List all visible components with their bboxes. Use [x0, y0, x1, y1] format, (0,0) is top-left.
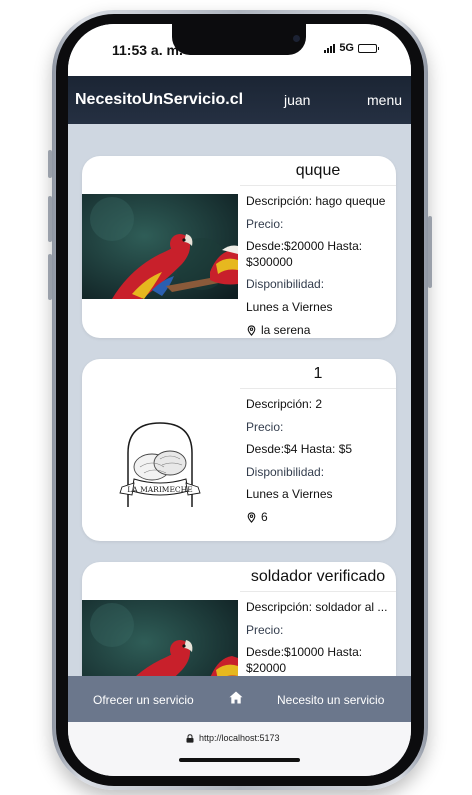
status-icons: 5G [324, 42, 379, 54]
service-description: Descripción: hago queque [246, 194, 386, 208]
service-price: Desde:$10000 Hasta: $20000 [246, 645, 363, 675]
service-title: 1 [240, 359, 396, 389]
service-availability: Lunes a Viernes [246, 487, 333, 502]
service-price: Desde:$4 Hasta: $5 [246, 442, 353, 457]
app-header: NecesitoUnServicio.cl juan menu [68, 76, 411, 124]
price-label: Precio: [246, 622, 284, 637]
status-time: 11:53 a. m. [112, 42, 183, 58]
home-icon[interactable] [229, 691, 243, 704]
service-card[interactable]: 1 LA MARIMECHE Descripción: 2 Precio: De… [82, 359, 396, 541]
availability-label: Disponibilidad: [246, 464, 325, 479]
service-details: Descripción: soldador al ... Precio: Des… [246, 600, 390, 676]
service-image: LA MARIMECHE [82, 395, 238, 527]
service-availability: Lunes a Viernes [246, 299, 333, 314]
bottom-nav: Ofrecer un servicio Necesito un servicio [68, 676, 411, 722]
battery-icon [358, 43, 379, 53]
location-pin-icon [247, 512, 256, 524]
availability-label: Disponibilidad: [246, 277, 325, 292]
user-link[interactable]: juan [284, 92, 310, 108]
service-location: 6 [246, 510, 390, 526]
status-bar: 11:53 a. m. 5G [68, 24, 411, 76]
parrot-photo [82, 194, 238, 299]
volume-up-button [48, 196, 52, 242]
service-description: Descripción: soldador al ... [246, 600, 388, 614]
service-card[interactable]: quque Descripción: hago queque Precio: D… [82, 156, 396, 338]
signal-icon [324, 43, 336, 53]
camera-icon [293, 35, 300, 42]
power-button [428, 216, 432, 288]
service-price: Desde:$20000 Hasta: $300000 [246, 239, 363, 269]
service-details: Descripción: 2 Precio: Desde:$4 Hasta: $… [246, 397, 390, 533]
home-indicator [179, 758, 300, 762]
phone-screen: 11:53 a. m. 5G NecesitoUnServicio.cl jua… [68, 24, 411, 776]
service-list: quque Descripción: hago queque Precio: D… [68, 124, 411, 676]
url-display[interactable]: http://localhost:5173 [186, 733, 280, 743]
service-image [82, 600, 238, 676]
service-location: la serena [246, 323, 390, 338]
logo-text: LA MARIMECHE [127, 485, 192, 494]
service-description: Descripción: 2 [246, 397, 323, 411]
browser-url-bar: http://localhost:5173 [68, 722, 411, 776]
need-service-link[interactable]: Necesito un servicio [277, 693, 384, 707]
mute-switch [48, 150, 52, 178]
menu-button[interactable]: menu [367, 92, 402, 108]
location-pin-icon [247, 325, 256, 336]
price-label: Precio: [246, 419, 284, 434]
network-type: 5G [339, 42, 354, 54]
url-text: http://localhost:5173 [199, 733, 280, 743]
service-details: Descripción: hago queque Precio: Desde:$… [246, 194, 390, 338]
location-text: la serena [261, 322, 311, 337]
lock-icon [186, 733, 194, 743]
service-title: soldador verificado [240, 562, 396, 592]
parrot-photo [82, 600, 238, 676]
service-card[interactable]: soldador verificado Descripción: soldado… [82, 562, 396, 676]
notch [172, 24, 306, 55]
price-label: Precio: [246, 216, 284, 231]
location-text: 6 [261, 509, 268, 524]
la-marimeche-logo: LA MARIMECHE [82, 395, 238, 527]
offer-service-link[interactable]: Ofrecer un servicio [93, 693, 194, 707]
service-title: quque [240, 156, 396, 186]
service-image [82, 194, 238, 299]
brand-link[interactable]: NecesitoUnServicio.cl [75, 91, 243, 109]
volume-down-button [48, 254, 52, 300]
